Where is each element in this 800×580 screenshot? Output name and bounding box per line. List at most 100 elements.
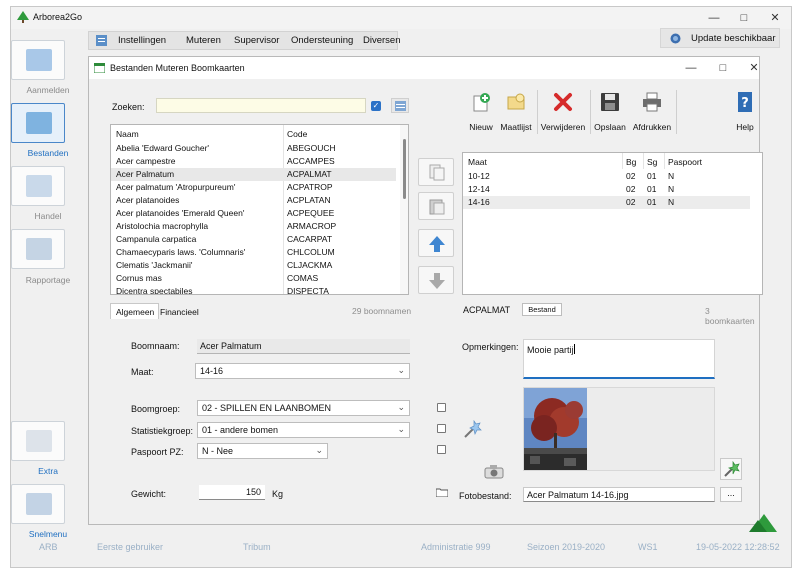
size-maat-cell: 14-16 — [468, 197, 490, 207]
nav-rapportage-button[interactable] — [11, 229, 65, 269]
size-sg-cell: 01 — [647, 197, 657, 207]
tree-list-row[interactable]: Acer campestre ACCAMPES — [111, 155, 396, 168]
column-header-paspoort[interactable]: Paspoort — [668, 157, 702, 167]
help-button[interactable]: ? Help — [734, 90, 756, 134]
nieuw-label: Nieuw — [469, 122, 493, 132]
update-available-button[interactable]: Update beschikbaar — [660, 28, 780, 48]
nav-handel-button[interactable] — [11, 166, 65, 206]
tree-list-row[interactable]: Chamaecyparis laws. 'Columnaris' CHLCOLUM — [111, 246, 396, 259]
chevron-down-icon: ⌄ — [397, 402, 405, 412]
opmerkingen-textarea[interactable]: Mooie partij — [523, 339, 715, 379]
tree-name-list[interactable]: Naam Code Abelia 'Edward Goucher' ABEGOUC… — [110, 124, 409, 295]
paste-icon — [429, 199, 445, 215]
nieuw-button[interactable]: Nieuw — [466, 90, 496, 134]
menu-ondersteuning[interactable]: Ondersteuning — [291, 35, 353, 46]
tree-name-cell: Campanula carpatica — [116, 234, 197, 244]
size-list-icon — [507, 93, 525, 110]
tree-list-scrollbar[interactable] — [400, 125, 408, 294]
paspoort-pz-select[interactable]: N - Nee ⌄ — [197, 443, 328, 459]
verwijderen-button[interactable]: Verwijderen — [540, 90, 586, 134]
size-list-row[interactable]: 12-14 02 01 N — [463, 183, 750, 196]
move-up-button[interactable] — [418, 229, 454, 257]
statistiekgroep-select[interactable]: 01 - andere bomen ⌄ — [197, 422, 410, 438]
tree-list-row[interactable]: Aristolochia macrophylla ARMACROP — [111, 220, 396, 233]
search-options-button[interactable] — [391, 98, 409, 113]
tree-list-row[interactable]: Acer platanoides ACPLATAN — [111, 194, 396, 207]
search-input[interactable] — [156, 98, 366, 113]
menu-muteren[interactable]: Muteren — [186, 35, 221, 46]
search-checkbox[interactable]: ✓ — [371, 101, 381, 111]
menu-instellingen[interactable]: Instellingen — [118, 35, 166, 46]
tree-rows: Abelia 'Edward Goucher' ABEGOUCH Acer camp… — [111, 142, 400, 294]
tree-list-row[interactable]: Abelia 'Edward Goucher' ABEGOUCH — [111, 142, 396, 155]
nav-extra-label: Extra — [38, 466, 58, 476]
column-header-sg[interactable]: Sg — [647, 157, 657, 167]
maat-select-value: 14-16 — [200, 366, 224, 376]
nav-extra-button[interactable] — [11, 421, 65, 461]
dialog-close-button[interactable]: ✕ — [739, 57, 769, 79]
nav-aanmelden-label: Aanmelden — [26, 85, 70, 95]
size-list-row[interactable]: 10-12 02 01 N — [463, 170, 750, 183]
maximize-button[interactable]: □ — [729, 7, 759, 29]
photo-tool-button[interactable] — [720, 458, 742, 480]
size-paspoort-cell: N — [668, 197, 675, 207]
nav-snelmenu-button[interactable] — [11, 484, 65, 524]
boomnaam-label: Boomnaam: — [131, 341, 180, 351]
tree-code-cell: COMAS — [287, 273, 319, 283]
size-paspoort-cell: N — [668, 184, 675, 194]
fotobestand-input[interactable]: Acer Palmatum 14-16.jpg — [523, 487, 715, 502]
tab-algemeen[interactable]: Algemeen — [110, 303, 159, 319]
camera-button[interactable] — [482, 462, 506, 480]
bestand-button[interactable]: Bestand — [522, 303, 562, 316]
dialog-maximize-button[interactable]: □ — [708, 57, 738, 79]
close-button[interactable]: ✕ — [760, 7, 790, 29]
maat-select[interactable]: 14-16 ⌄ — [195, 363, 410, 379]
tree-list-row[interactable]: Acer Palmatum ACPALMAT — [111, 168, 396, 181]
column-header-maat[interactable]: Maat — [468, 157, 487, 167]
folder-icon[interactable] — [436, 487, 448, 497]
login-icon — [26, 49, 52, 71]
menu-diversen[interactable]: Diversen — [363, 35, 401, 46]
maatlijst-button[interactable]: Maatlijst — [498, 90, 534, 134]
tree-list-row[interactable]: Dicentra spectabiles DISPECTA — [111, 285, 396, 294]
column-header-naam[interactable]: Naam — [116, 129, 139, 139]
tree-code-cell: ACPEQUEE — [287, 208, 335, 218]
tree-list-row[interactable]: Clematis 'Jackmanii' CLJACKMA — [111, 259, 396, 272]
size-bg-cell: 02 — [626, 184, 636, 194]
tree-code-cell: CACARPAT — [287, 234, 333, 244]
edit-tool-button[interactable] — [462, 418, 484, 440]
afdrukken-button[interactable]: Afdrukken — [632, 90, 672, 134]
svg-text:?: ? — [741, 96, 749, 111]
menu-supervisor[interactable]: Supervisor — [234, 35, 279, 46]
opmerkingen-text: Mooie partij — [527, 345, 574, 355]
scrollbar-thumb[interactable] — [403, 139, 406, 199]
column-header-code[interactable]: Code — [287, 129, 307, 139]
tree-list-row[interactable]: Campanula carpatica CACARPAT — [111, 233, 396, 246]
minimize-button[interactable]: — — [699, 7, 729, 29]
boomgroep-select[interactable]: 02 - SPILLEN EN LAANBOMEN ⌄ — [197, 400, 410, 416]
copy-button[interactable] — [418, 158, 454, 186]
paste-button[interactable] — [418, 192, 454, 220]
tree-code-cell: ACCAMPES — [287, 156, 335, 166]
tree-list-row[interactable]: Cornus mas COMAS — [111, 272, 396, 285]
gewicht-input[interactable]: 150 — [199, 485, 265, 500]
status-user: Eerste gebruiker — [97, 542, 164, 552]
tab-financieel[interactable]: Financieel — [159, 306, 204, 319]
statistiekgroep-checkbox[interactable] — [437, 424, 446, 433]
move-down-button[interactable] — [418, 266, 454, 294]
dialog-minimize-button[interactable]: — — [676, 57, 706, 79]
boomnaam-field[interactable]: Acer Palmatum — [197, 339, 410, 354]
help-label: Help — [736, 122, 754, 132]
size-list[interactable]: Maat Bg Sg Paspoort 10-12 02 01 N 12-14 02 01 N… — [462, 152, 763, 295]
tree-list-row[interactable]: Acer palmatum 'Atropurpureum' ACPATROP — [111, 181, 396, 194]
photo-frame — [523, 387, 715, 471]
column-header-bg[interactable]: Bg — [626, 157, 636, 167]
size-list-row[interactable]: 14-16 02 01 N — [463, 196, 750, 209]
tree-list-row[interactable]: Acer platanoides 'Emerald Queen' ACPEQUEE — [111, 207, 396, 220]
opslaan-button[interactable]: Opslaan — [593, 90, 627, 134]
boomgroep-checkbox[interactable] — [437, 403, 446, 412]
nav-bestanden-button[interactable] — [11, 103, 65, 143]
paspoort-checkbox[interactable] — [437, 445, 446, 454]
browse-button[interactable]: ... — [720, 487, 742, 502]
nav-aanmelden-button[interactable] — [11, 40, 65, 80]
